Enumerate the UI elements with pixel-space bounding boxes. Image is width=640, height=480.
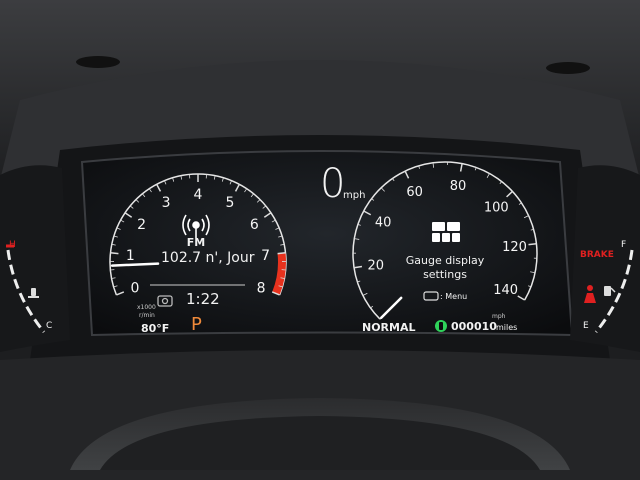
speedo-tick: [380, 187, 385, 192]
tach-tick: [135, 199, 140, 203]
speedo-tick: [357, 224, 361, 226]
speedo-tick-label: 100: [484, 200, 509, 215]
speedo-tick: [353, 265, 363, 269]
tach-unit-line1: x1000: [137, 304, 156, 311]
radio-station: 102.7 n', Jour: [161, 250, 255, 266]
tach-tick: [142, 193, 146, 198]
speedo-tick-label: 80: [450, 179, 467, 194]
speedometer-unit: mph: [492, 313, 506, 320]
menu-button-icon: [423, 291, 439, 301]
temperature-gauge: [6, 244, 46, 333]
odometer-value: 000010: [451, 320, 497, 333]
gauge-layout-icon: [432, 222, 460, 242]
tach-tick: [250, 193, 254, 198]
tach-tick: [110, 252, 119, 255]
seatbelt-warning-icon: [584, 285, 596, 303]
speedo-tick: [528, 242, 537, 246]
fuel-full-label: F: [621, 240, 627, 250]
tach-tick: [262, 205, 267, 209]
tach-tick: [116, 291, 125, 296]
speedo-tick-label: 120: [502, 240, 527, 255]
radio-broadcast-icon: [182, 214, 210, 238]
speedo-tick: [362, 292, 368, 296]
tach-tick: [164, 180, 167, 185]
speedo-tick-label: 40: [375, 215, 392, 230]
tach-tick: [156, 183, 162, 192]
gauge-menu-title-line2: settings: [423, 268, 467, 281]
tach-tick: [172, 177, 175, 182]
tach-tick: [116, 227, 121, 230]
tach-tick: [129, 205, 134, 209]
tach-tick: [113, 235, 118, 238]
tach-tick: [263, 212, 272, 218]
speedo-tick: [517, 295, 526, 301]
temp-cold-label: C: [46, 321, 53, 331]
speedo-tick: [499, 181, 503, 185]
drive-mode: NORMAL: [362, 321, 416, 334]
outside-temperature: 80°F: [141, 322, 170, 335]
fuel-pump-icon: [604, 286, 616, 296]
speedo-tick: [357, 280, 361, 283]
tach-tick: [278, 235, 283, 238]
tach-tick: [256, 199, 261, 203]
speedo-tick: [370, 305, 374, 309]
speedo-tick-label: 60: [406, 185, 423, 200]
tach-tick-label: 0: [130, 280, 139, 296]
instrument-screen: 0 123 4 567 8 20 40 60 80 100 120 140: [6, 161, 634, 333]
gear-indicator: P: [191, 314, 202, 335]
tach-tick-label: 4: [194, 187, 203, 203]
coolant-icon: [28, 288, 39, 298]
tach-tick: [113, 285, 118, 288]
speedo-tick: [363, 210, 372, 216]
tach-tick-label: 6: [250, 217, 259, 233]
speedo-tick: [392, 178, 395, 182]
tach-tick: [124, 212, 133, 218]
tach-tick-label: 7: [261, 248, 270, 264]
tach-tick: [148, 188, 152, 193]
speedo-tick-label: 20: [368, 258, 385, 273]
temp-hot-label: H: [9, 240, 16, 250]
tach-tick: [275, 227, 280, 230]
speedo-tick: [459, 163, 463, 172]
radio-band: FM: [186, 236, 206, 249]
tach-tick: [221, 177, 224, 182]
tach-tick-label: 3: [162, 195, 171, 211]
speedo-tick: [528, 285, 532, 288]
brake-warning: BRAKE: [580, 250, 614, 260]
tach-tick: [271, 219, 276, 223]
tach-tick-label: 2: [137, 217, 146, 233]
eco-indicator-icon: [435, 320, 447, 332]
odometer-unit: miles: [496, 323, 518, 332]
tach-tick-label: 8: [257, 280, 266, 296]
speedo-tick: [486, 173, 490, 179]
tach-tick: [234, 183, 240, 192]
speed-value: 0: [320, 161, 346, 207]
tach-tick: [277, 252, 286, 255]
speedo-tick: [432, 162, 435, 168]
speedo-tick: [404, 170, 410, 179]
speedo-tick: [354, 238, 360, 240]
tach-tick: [244, 188, 248, 193]
tach-tick: [120, 219, 125, 223]
speedo-tick: [523, 215, 529, 219]
gauge-menu-label: : Menu: [440, 292, 468, 301]
speedo-tick: [371, 198, 375, 201]
tach-needle: [110, 262, 160, 267]
speedo-tick-label: 140: [493, 283, 518, 298]
speedo-tick: [518, 202, 522, 205]
tach-tick: [229, 180, 232, 185]
tach-tick-label: 5: [225, 195, 234, 211]
tach-redline-zone: [272, 252, 286, 295]
speedo-tick: [506, 190, 513, 198]
speed-unit: mph: [343, 190, 366, 201]
gauge-menu-title-line1: Gauge display: [405, 254, 485, 267]
speedo-tick: [530, 271, 536, 274]
speedo-tick: [474, 167, 477, 171]
tach-unit-line2: r/min: [139, 312, 155, 319]
tach-tick-label: 1: [126, 248, 135, 264]
auto-hold-icon: [157, 295, 173, 307]
speedo-needle: [380, 296, 403, 319]
clock: 1:22: [186, 290, 220, 308]
fuel-empty-label: E: [583, 321, 589, 331]
